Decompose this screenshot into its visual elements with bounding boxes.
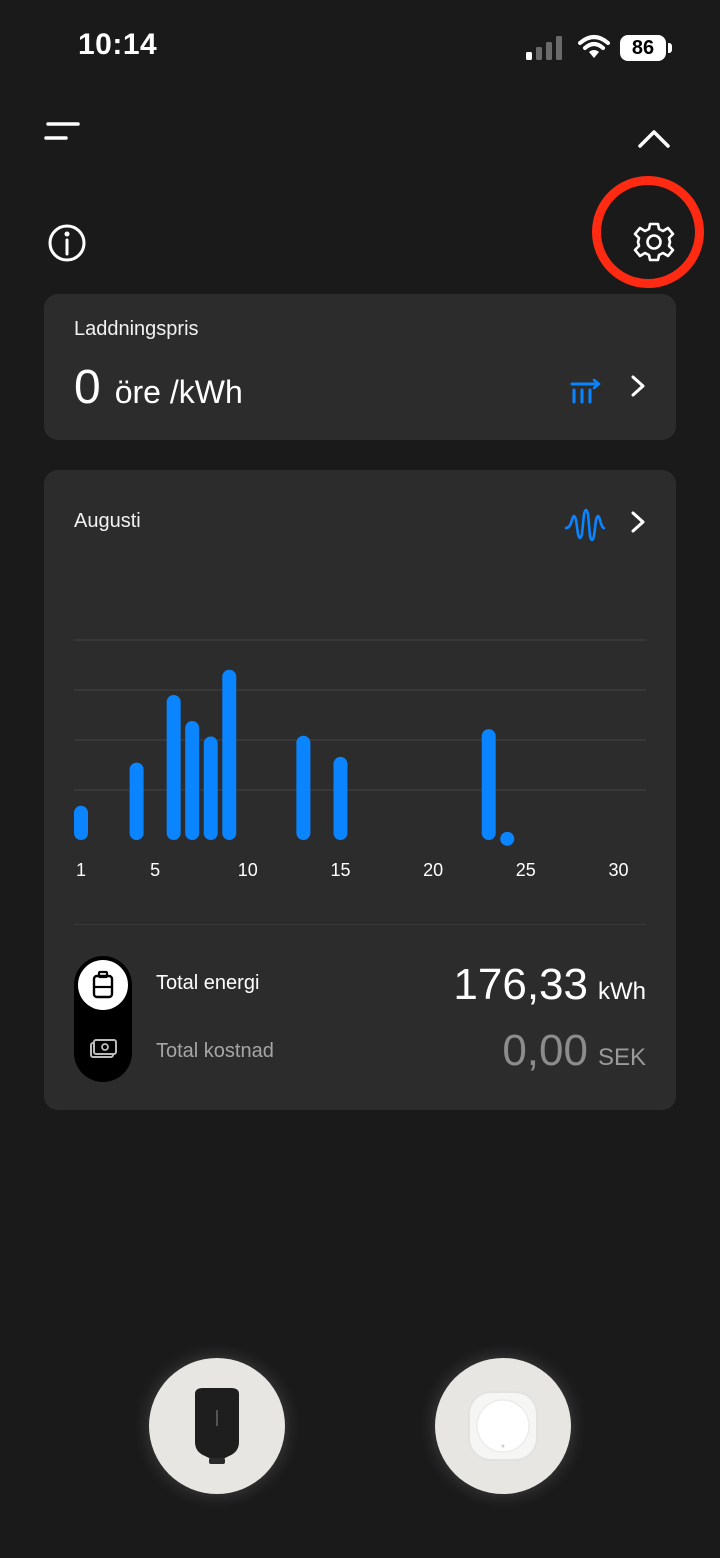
charging-price-value: 0 öre /kWh bbox=[74, 360, 243, 415]
chart-bar-day-23[interactable] bbox=[481, 729, 496, 840]
energy-cost-toggle[interactable] bbox=[74, 956, 132, 1082]
wave-icon[interactable] bbox=[564, 506, 606, 544]
info-icon bbox=[48, 224, 86, 262]
chart-x-tick-label: 5 bbox=[150, 860, 160, 880]
wifi-icon bbox=[578, 35, 610, 58]
total-energy-unit: kWh bbox=[598, 978, 646, 1005]
energy-usage-card: Augusti 1 5 10 15 20 25 30 Total energi Total … bbox=[44, 470, 676, 1110]
charger-icon bbox=[195, 1388, 239, 1464]
charger-device-button[interactable] bbox=[149, 1358, 285, 1494]
divider bbox=[74, 924, 646, 925]
chart-x-tick-label: 25 bbox=[516, 860, 536, 880]
menu-button[interactable] bbox=[40, 116, 84, 148]
daily-energy-bar-chart: 1 5 10 15 20 25 30 bbox=[74, 639, 646, 880]
chart-x-tick-label: 1 bbox=[76, 860, 86, 880]
gear-icon bbox=[633, 222, 675, 262]
total-cost-unit: SEK bbox=[597, 1044, 646, 1071]
battery-icon bbox=[92, 970, 114, 999]
info-button[interactable] bbox=[44, 220, 90, 266]
cellular-signal-icon bbox=[526, 36, 562, 60]
battery-status-icon: 86 bbox=[620, 35, 672, 61]
chart-bar-day-13[interactable] bbox=[296, 735, 311, 840]
menu-icon bbox=[44, 122, 80, 140]
chart-bar-day-15[interactable] bbox=[333, 756, 348, 840]
chevron-right-icon[interactable] bbox=[626, 508, 650, 536]
chart-bar-day-7[interactable] bbox=[185, 721, 200, 840]
total-energy-number: 176,33 bbox=[453, 960, 588, 1009]
month-label: Augusti bbox=[74, 510, 141, 532]
chart-x-tick-label: 30 bbox=[608, 860, 628, 880]
battery-level: 86 bbox=[620, 35, 666, 61]
chevron-up-icon bbox=[638, 130, 670, 148]
chart-x-tick-label: 20 bbox=[423, 860, 443, 880]
price-number: 0 bbox=[74, 361, 101, 414]
total-cost-value: 0,00 SEK bbox=[502, 1026, 646, 1076]
collapse-button[interactable] bbox=[632, 120, 676, 156]
total-cost-label: Total kostnad bbox=[156, 1040, 274, 1062]
total-energy-label: Total energi bbox=[156, 972, 260, 994]
price-unit: öre /kWh bbox=[114, 374, 243, 410]
chevron-right-icon bbox=[631, 375, 645, 397]
toggle-knob-energy bbox=[78, 960, 128, 1010]
chart-x-tick-label: 15 bbox=[330, 860, 350, 880]
chart-bar-day-6[interactable] bbox=[166, 694, 181, 840]
sensor-device-button[interactable] bbox=[435, 1358, 571, 1494]
sensor-icon bbox=[468, 1391, 538, 1461]
chart-bar-day-24[interactable] bbox=[500, 831, 515, 846]
price-chart-icon bbox=[570, 378, 601, 404]
cash-icon bbox=[90, 1039, 117, 1058]
chart-bar-day-8[interactable] bbox=[203, 736, 218, 840]
total-cost-number: 0,00 bbox=[502, 1026, 588, 1075]
total-energy-value: 176,33 kWh bbox=[453, 960, 646, 1010]
settings-button[interactable] bbox=[630, 218, 678, 266]
charging-price-card[interactable]: Laddningspris 0 öre /kWh bbox=[44, 294, 676, 440]
chart-bar-day-9[interactable] bbox=[222, 669, 237, 840]
status-time: 10:14 bbox=[78, 28, 158, 61]
chart-bar-day-1[interactable] bbox=[74, 805, 88, 840]
chart-bar-day-4[interactable] bbox=[129, 762, 144, 840]
chart-x-tick-label: 10 bbox=[238, 860, 258, 880]
charging-price-title: Laddningspris bbox=[74, 318, 199, 340]
